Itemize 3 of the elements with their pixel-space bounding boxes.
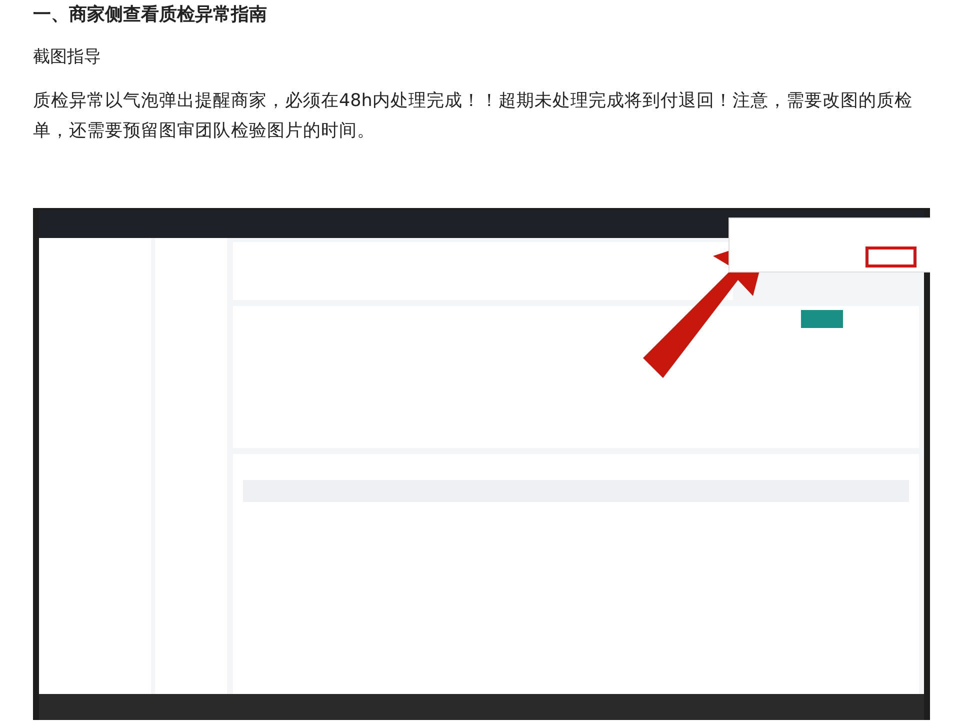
paragraph: 质检异常以气泡弹出提醒商家，必须在48h内处理完成！！超期未处理完成将到付退回！注意，需要改图的质检单，还需要预留图审团队检验图片的时间。	[33, 90, 914, 143]
section-heading: 一、商家侧查看质检异常指南	[33, 3, 268, 27]
subheading: 截图指导	[33, 46, 102, 69]
